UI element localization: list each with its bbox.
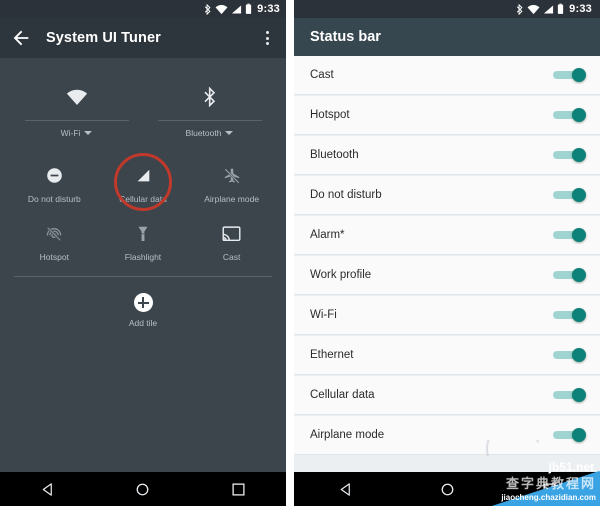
list-item-label: Bluetooth xyxy=(310,148,359,161)
list-item-label: Work profile xyxy=(310,268,372,281)
bluetooth-icon xyxy=(202,82,218,112)
qs-detail-tile-wifi[interactable]: Wi-Fi xyxy=(10,82,143,138)
add-tile-button[interactable]: Add tile xyxy=(10,293,276,328)
toggle-switch[interactable] xyxy=(553,187,586,202)
add-tile-label: Add tile xyxy=(128,318,158,328)
quick-settings-divider xyxy=(14,276,272,277)
qs-tile-cellular-data[interactable]: Cellular data xyxy=(99,153,188,212)
qs-tile-label: Flashlight xyxy=(124,251,162,262)
cellular-data-icon xyxy=(134,163,152,189)
quick-settings-detail-row: Wi-Fi Bluetooth xyxy=(10,82,276,138)
signal-icon xyxy=(231,4,242,15)
right-toolbar: Status bar xyxy=(294,18,600,56)
left-toolbar: System UI Tuner xyxy=(0,18,286,58)
right-navigation-bar xyxy=(294,472,600,506)
toggle-switch[interactable] xyxy=(553,67,586,82)
right-status-bar: 9:33 xyxy=(294,0,600,18)
list-item[interactable]: Bluetooth xyxy=(294,136,600,175)
right-phone-screen: 9:33 Status bar Cast Hotspot Bluetooth D… xyxy=(286,0,600,506)
nav-recents-icon[interactable] xyxy=(532,472,566,506)
flashlight-icon xyxy=(136,221,150,247)
list-item[interactable]: Cast xyxy=(294,56,600,95)
status-bar-page-title: Status bar xyxy=(310,29,381,45)
left-status-time: 9:33 xyxy=(257,3,280,15)
list-item[interactable]: Airplane mode xyxy=(294,416,600,455)
hotspot-icon xyxy=(45,221,63,247)
right-status-time: 9:33 xyxy=(569,3,592,15)
qs-tile-label: Cellular data xyxy=(119,193,167,204)
toggle-switch[interactable] xyxy=(553,107,586,122)
chevron-down-icon[interactable] xyxy=(84,131,93,135)
list-item[interactable]: Wi-Fi xyxy=(294,296,600,335)
airplane-mode-icon xyxy=(223,163,241,189)
list-item[interactable]: Alarm* xyxy=(294,216,600,255)
qs-detail-text-bluetooth: Bluetooth xyxy=(185,128,222,138)
toggle-switch[interactable] xyxy=(553,427,586,442)
qs-tile-hotspot[interactable]: Hotspot xyxy=(10,212,99,270)
nav-back-icon[interactable] xyxy=(328,472,362,506)
wifi-icon xyxy=(527,4,540,15)
status-bar-item-list: Cast Hotspot Bluetooth Do not disturb Al… xyxy=(294,56,600,472)
add-plus-icon xyxy=(133,293,153,312)
qs-detail-text-wifi: Wi-Fi xyxy=(60,128,81,138)
toggle-switch[interactable] xyxy=(553,387,586,402)
bluetooth-icon xyxy=(516,3,524,15)
toggle-switch[interactable] xyxy=(553,227,586,242)
list-item-label: Ethernet xyxy=(310,348,354,361)
toggle-switch[interactable] xyxy=(553,307,586,322)
list-item-label: Alarm* xyxy=(310,228,345,241)
list-item-label: Airplane mode xyxy=(310,428,385,441)
left-status-bar: 9:33 xyxy=(0,0,286,18)
qs-tile-airplane-mode[interactable]: Airplane mode xyxy=(187,154,276,212)
back-arrow-icon[interactable] xyxy=(10,27,32,49)
do-not-disturb-icon xyxy=(46,163,63,189)
list-item-label: Hotspot xyxy=(310,108,350,121)
qs-tile-label: Airplane mode xyxy=(204,193,260,204)
left-navigation-bar xyxy=(0,472,286,506)
overflow-menu-icon[interactable] xyxy=(258,27,276,49)
list-item[interactable]: Work profile xyxy=(294,256,600,295)
toggle-switch[interactable] xyxy=(553,147,586,162)
page-title: System UI Tuner xyxy=(46,30,161,46)
chevron-down-icon[interactable] xyxy=(225,131,234,135)
nav-recents-icon[interactable] xyxy=(221,472,255,506)
wifi-icon xyxy=(215,4,228,15)
qs-tile-cast[interactable]: Cast xyxy=(187,212,276,270)
list-item-label: Do not disturb xyxy=(310,188,382,201)
qs-detail-tile-bluetooth[interactable]: Bluetooth xyxy=(143,82,276,138)
battery-icon xyxy=(245,3,252,15)
wifi-icon xyxy=(66,82,88,112)
battery-icon xyxy=(557,3,564,15)
nav-home-icon[interactable] xyxy=(430,472,464,506)
nav-home-icon[interactable] xyxy=(126,472,160,506)
qs-tile-label: Cast xyxy=(222,251,241,262)
quick-settings-tile-grid: Do not disturb Cellular data Airplane mo… xyxy=(10,153,276,270)
qs-tile-flashlight[interactable]: Flashlight xyxy=(99,212,188,270)
list-item-label: Cellular data xyxy=(310,388,375,401)
qs-tile-label: Hotspot xyxy=(39,251,69,262)
qs-detail-label-bluetooth: Bluetooth xyxy=(186,128,234,138)
list-item[interactable]: Hotspot xyxy=(294,96,600,135)
nav-back-icon[interactable] xyxy=(31,472,65,506)
list-item[interactable]: Do not disturb xyxy=(294,176,600,215)
list-item[interactable]: Cellular data xyxy=(294,376,600,415)
toggle-switch[interactable] xyxy=(553,267,586,282)
list-item-label: Wi-Fi xyxy=(310,308,337,321)
dual-screenshot: 9:33 System UI Tuner Wi-Fi Bluetooth Do … xyxy=(0,0,600,506)
quick-settings-panel: Wi-Fi Bluetooth Do not disturb Cellular … xyxy=(0,58,286,472)
qs-tile-do-not-disturb[interactable]: Do not disturb xyxy=(10,154,99,212)
qs-tile-divider xyxy=(24,120,129,121)
qs-tile-divider xyxy=(157,120,262,121)
bluetooth-icon xyxy=(204,3,212,15)
left-phone-screen: 9:33 System UI Tuner Wi-Fi Bluetooth Do … xyxy=(0,0,286,506)
signal-icon xyxy=(543,4,554,15)
toggle-switch[interactable] xyxy=(553,347,586,362)
qs-detail-label-wifi: Wi-Fi xyxy=(61,128,93,138)
cast-icon xyxy=(222,221,241,247)
list-item[interactable]: Ethernet xyxy=(294,336,600,375)
qs-tile-label: Do not disturb xyxy=(27,193,81,204)
list-item-label: Cast xyxy=(310,68,334,81)
